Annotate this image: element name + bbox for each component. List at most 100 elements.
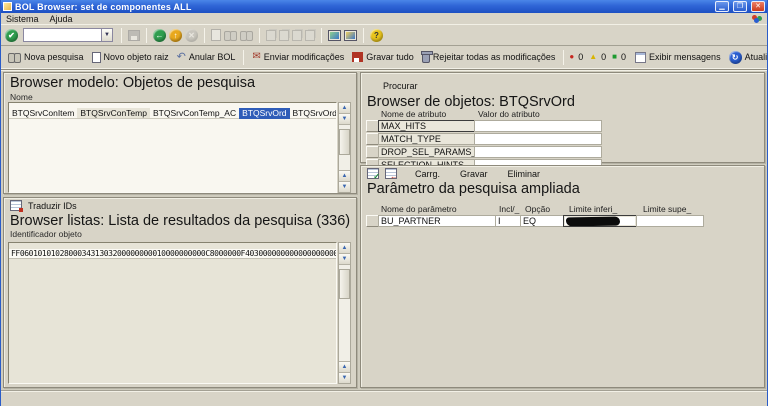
novo-objeto-raiz-button[interactable]: Novo objeto raiz [89, 50, 172, 65]
parameter-table: Nome do parâmetroIncl/_OpçãoLimite infer… [366, 204, 709, 228]
success-count-icon: ■ [612, 53, 617, 61]
title-bar: BOL Browser: set de componentes ALL ▁ ❐ … [1, 0, 767, 13]
scroll-down-button[interactable]: ▼ [339, 181, 350, 192]
result-list: FF06010101028000343130320000000001000000… [8, 242, 337, 384]
messages-icon [635, 52, 646, 63]
find-icon [224, 31, 237, 40]
toolbar-separator [563, 50, 564, 65]
rejeitar-modificacoes-button[interactable]: Rejeitar todas as modificações [419, 49, 559, 65]
rejeitar-modificacoes-label: Rejeitar todas as modificações [433, 52, 556, 62]
eliminar-button[interactable]: Eliminar [506, 169, 543, 179]
new-session-icon[interactable] [328, 30, 341, 41]
scroll-up-button[interactable]: ▲ [339, 103, 350, 114]
param-upper-limit-cell[interactable] [636, 215, 704, 227]
row-selector-header [366, 204, 379, 215]
model-list-item[interactable]: BTQSrvOrd [239, 108, 289, 119]
object-browser-title: Browser de objetos: BTQSrvOrd [361, 94, 764, 110]
procurar-button[interactable]: Procurar [381, 81, 420, 91]
status-bar [1, 391, 767, 406]
param-lower-limit-cell[interactable] [563, 215, 637, 227]
nova-pesquisa-button[interactable]: Nova pesquisa [5, 50, 87, 64]
restore-button[interactable]: ❐ [733, 1, 747, 12]
param-toolbar: Carrg. Gravar Eliminar [361, 166, 764, 181]
toolbar-separator [146, 28, 147, 43]
scroll-track [339, 265, 350, 361]
attribute-row: MAX_HITS [366, 120, 604, 133]
toolbar-separator [321, 28, 322, 43]
application-toolbar: Nova pesquisaNovo objeto raiz↶Anular BOL… [1, 46, 767, 69]
param-panel: Carrg. Gravar Eliminar Parâmetro da pesqui… [360, 165, 765, 388]
anular-bol-label: Anular BOL [189, 52, 236, 62]
send-icon: ✉ [252, 52, 260, 62]
scroll-down-button[interactable]: ▼ [339, 254, 350, 265]
param-option-cell[interactable]: EQ [520, 215, 564, 227]
column-header: Limite supe_ [641, 204, 709, 215]
attribute-name-cell[interactable]: MAX_HITS [378, 120, 475, 132]
gravar-button[interactable]: Gravar [458, 169, 490, 179]
traduzir-ids-button[interactable]: Traduzir IDs [26, 201, 79, 211]
menu-item-sistema[interactable]: Sistema [6, 14, 39, 24]
scroll-up-button[interactable]: ▲ [339, 243, 350, 254]
param-name-cell[interactable]: BU_PARTNER [378, 215, 496, 227]
save-icon [128, 30, 140, 41]
cancel-icon: ✕ [185, 29, 198, 42]
model-column-header: Nome [4, 92, 356, 102]
scroll-down-button[interactable]: ▼ [339, 114, 350, 125]
command-field[interactable] [23, 28, 101, 42]
find-next-icon [240, 31, 253, 40]
sap-logo-icon [752, 15, 762, 23]
next-page-icon [292, 30, 302, 41]
help-icon[interactable]: ? [370, 29, 383, 42]
save-table-icon[interactable] [385, 168, 397, 179]
load-table-icon[interactable] [367, 168, 379, 179]
gravar-tudo-button[interactable]: Gravar tudo [349, 50, 417, 64]
close-button[interactable]: ✕ [751, 1, 765, 12]
window-title: BOL Browser: set de componentes ALL [15, 2, 711, 12]
exit-icon[interactable]: ↑ [169, 29, 182, 42]
scroll-thumb[interactable] [339, 269, 350, 299]
attribute-value-cell[interactable] [474, 133, 602, 145]
scroll-up-button[interactable]: ▲ [339, 170, 350, 181]
attribute-value-cell[interactable] [474, 120, 602, 132]
scroll-up-button[interactable]: ▲ [339, 361, 350, 372]
model-list-scrollbar[interactable]: ▲ ▼ ▲ ▼ [338, 102, 351, 193]
column-header: Opção [523, 204, 567, 215]
create-shortcut-icon[interactable] [344, 30, 357, 41]
model-browser-panel: Browser modelo: Objetos de pesquisa Nome… [3, 72, 357, 194]
success-count: 0 [621, 52, 626, 62]
back-icon[interactable]: ← [153, 29, 166, 42]
param-panel-title: Parâmetro da pesquisa ampliada [361, 181, 764, 197]
atualizar-button[interactable]: ↻Atualizar [726, 49, 768, 66]
enter-icon[interactable]: ✔ [5, 29, 18, 42]
enviar-modificacoes-button[interactable]: ✉ Enviar modificações [249, 50, 347, 64]
new-page-icon [92, 52, 101, 63]
chevron-down-icon[interactable]: ▼ [101, 28, 113, 42]
minimize-button[interactable]: ▁ [715, 1, 729, 12]
model-list-item[interactable]: BTQSrvConTemp_AC [150, 108, 239, 119]
anular-bol-button[interactable]: ↶Anular BOL [174, 50, 239, 64]
menu-item-ajuda[interactable]: Ajuda [50, 14, 73, 24]
menu-bar: Sistema Ajuda [1, 13, 767, 24]
result-list-scrollbar[interactable]: ▲ ▼ ▲ ▼ [338, 242, 351, 384]
column-header: Nome de atributo [379, 109, 476, 120]
carrg-button[interactable]: Carrg. [413, 169, 442, 179]
bol-browser-window: BOL Browser: set de componentes ALL ▁ ❐ … [0, 0, 768, 406]
model-list-item[interactable]: BTQSrvConItem [9, 108, 77, 119]
scroll-down-button[interactable]: ▼ [339, 372, 350, 383]
warning-count-icon: ▲ [589, 53, 597, 61]
column-header: Nome do parâmetro [379, 204, 497, 215]
param-incl-cell[interactable]: I [495, 215, 521, 227]
trash-icon [422, 53, 430, 63]
attribute-name-cell[interactable]: DROP_SEL_PARAMS_ALLO [378, 146, 475, 158]
model-list-item[interactable]: BTQSrvConTemp [77, 108, 150, 119]
enviar-modificacoes-label: Enviar modificações [264, 52, 345, 62]
translate-ids-icon [10, 200, 22, 211]
model-list-item[interactable]: BTQSrvOrd_AC [290, 108, 337, 119]
attribute-name-cell[interactable]: MATCH_TYPE [378, 133, 475, 145]
save-all-icon [352, 52, 363, 62]
scroll-thumb[interactable] [339, 129, 350, 155]
attribute-value-cell[interactable] [474, 146, 602, 158]
attribute-table-header: Nome de atributoValor do atributo [366, 109, 604, 120]
result-list-item[interactable]: FF06010101028000343130320000000001000000… [9, 249, 337, 259]
exibir-mensagens-button[interactable]: Exibir mensagens [632, 50, 724, 65]
